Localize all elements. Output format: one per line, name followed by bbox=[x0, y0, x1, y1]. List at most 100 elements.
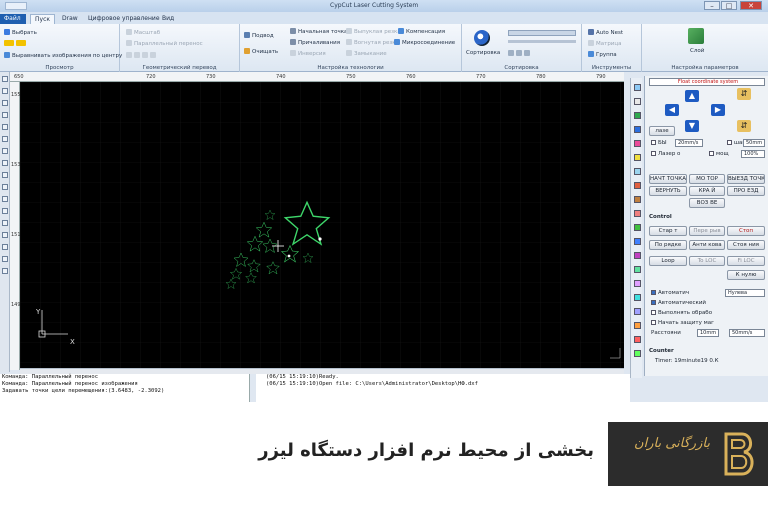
next-icon[interactable] bbox=[524, 50, 530, 56]
forward-button[interactable]: По рядке bbox=[649, 240, 687, 250]
tool-arc-icon[interactable] bbox=[2, 148, 8, 154]
layer-color-swatch[interactable] bbox=[634, 322, 641, 329]
tool-text-icon[interactable] bbox=[2, 196, 8, 202]
motor-button[interactable]: МО ТОР bbox=[689, 174, 725, 184]
checkbox[interactable] bbox=[727, 140, 732, 145]
tool-polygon-icon[interactable] bbox=[2, 172, 8, 178]
move-up-icon[interactable]: ▲ bbox=[685, 90, 699, 102]
layer-color-swatch[interactable] bbox=[634, 308, 641, 315]
pause-button[interactable]: Пере рыв bbox=[689, 226, 725, 236]
layer-color-swatch[interactable] bbox=[634, 210, 641, 217]
parallel-move-button[interactable]: Параллельный перенос bbox=[126, 40, 203, 47]
fi-loc-button[interactable]: Fi LOC bbox=[727, 256, 765, 266]
edge-button[interactable]: КРА Й bbox=[689, 186, 725, 196]
move-down-icon[interactable]: ▼ bbox=[685, 120, 699, 132]
layer-color-swatch[interactable] bbox=[634, 98, 641, 105]
clean-button[interactable]: Очищать bbox=[244, 48, 278, 55]
move-left-icon[interactable]: ◀ bbox=[665, 104, 679, 116]
auto2-check[interactable]: Автоматический bbox=[651, 300, 706, 306]
minimize-button[interactable]: – bbox=[704, 1, 720, 10]
layer-color-swatch[interactable] bbox=[634, 350, 641, 357]
laser-on-check[interactable]: Лазер о bbox=[651, 151, 680, 157]
low-speed-check[interactable]: БЫ bbox=[651, 140, 667, 146]
loop-button[interactable]: Loop bbox=[649, 256, 687, 266]
checkbox[interactable] bbox=[709, 151, 714, 156]
start-button[interactable]: Стар т bbox=[649, 226, 687, 236]
laser-button[interactable]: лазе bbox=[649, 126, 675, 136]
tab-draw[interactable]: Draw bbox=[58, 14, 82, 24]
align-left-icon[interactable] bbox=[150, 52, 156, 58]
layer-button-label[interactable]: Слой bbox=[690, 48, 704, 54]
zoom-button[interactable]: ВОЗ ВЕ bbox=[689, 198, 725, 208]
invert-button[interactable]: Инверсия bbox=[290, 50, 326, 57]
layer-color-swatch[interactable] bbox=[634, 224, 641, 231]
drawing-canvas[interactable]: Y X bbox=[20, 82, 624, 368]
tool-polyline-icon[interactable] bbox=[2, 124, 8, 130]
rotate-icon[interactable] bbox=[126, 52, 132, 58]
z-up-icon[interactable]: ⇵ bbox=[737, 88, 751, 100]
move-right-icon[interactable]: ▶ bbox=[711, 104, 725, 116]
layer-color-swatch[interactable] bbox=[634, 294, 641, 301]
sort-toolbar[interactable] bbox=[508, 30, 576, 36]
fit-icon[interactable] bbox=[16, 40, 26, 46]
tool-measure-icon[interactable] bbox=[2, 208, 8, 214]
tool-node-icon[interactable] bbox=[2, 88, 8, 94]
message-log[interactable]: (06/15 15:19:10)Ready. (06/15 15:19:10)O… bbox=[256, 374, 630, 402]
reverse-button[interactable]: Анти кова bbox=[689, 240, 725, 250]
stop-button[interactable]: Стоп bbox=[727, 226, 765, 236]
group-button[interactable]: Группа bbox=[588, 51, 617, 58]
cut-in-button[interactable]: Вогнутая резка bbox=[346, 39, 399, 46]
layer-color-swatch[interactable] bbox=[634, 126, 641, 133]
tool-select-icon[interactable] bbox=[2, 76, 8, 82]
frame-button[interactable]: ВЫЕЗД ТОЧК bbox=[727, 174, 765, 184]
tab-cnc[interactable]: Цифровое управление bbox=[84, 14, 164, 24]
tab-start[interactable]: Пуск bbox=[30, 14, 55, 24]
drive-button[interactable]: ПРО ЕЗД bbox=[727, 186, 765, 196]
auto-nest-button[interactable]: Auto Nest bbox=[588, 29, 623, 36]
select-button[interactable]: Выбрать bbox=[4, 29, 37, 36]
tool-rect-icon[interactable] bbox=[2, 160, 8, 166]
checkbox[interactable] bbox=[651, 140, 656, 145]
stand-button[interactable]: Стоя ния bbox=[727, 240, 765, 250]
sort-icon[interactable] bbox=[474, 30, 490, 46]
command-console[interactable]: Команда: Параллельный перенос Команда: П… bbox=[0, 374, 250, 402]
tool-circle-icon[interactable] bbox=[2, 136, 8, 142]
first-icon[interactable] bbox=[508, 50, 514, 56]
layer-color-swatch[interactable] bbox=[634, 196, 641, 203]
back-button[interactable]: ВЕРНУТЬ bbox=[649, 186, 687, 196]
checkbox[interactable] bbox=[651, 290, 656, 295]
layer-color-swatch[interactable] bbox=[634, 252, 641, 259]
flip-icon[interactable] bbox=[142, 52, 148, 58]
layer-color-swatch[interactable] bbox=[634, 238, 641, 245]
tool-star-icon[interactable] bbox=[2, 184, 8, 190]
tab-view[interactable]: Вид bbox=[158, 14, 178, 24]
auto-check[interactable]: Автоматич bbox=[651, 290, 689, 296]
zero-select[interactable]: Нулева bbox=[725, 289, 765, 297]
checkbox[interactable] bbox=[651, 151, 656, 156]
tab-file[interactable]: Файл bbox=[0, 14, 26, 24]
power-select[interactable]: 100% bbox=[741, 150, 765, 158]
tool-offset-icon[interactable] bbox=[2, 268, 8, 274]
align-center-button[interactable]: Выравнивать изображения по центру bbox=[4, 52, 122, 59]
speed-select[interactable]: 20mm/s bbox=[675, 139, 703, 147]
done-check[interactable]: Выполнять обрабо bbox=[651, 310, 712, 316]
start-point-button[interactable]: Начальная точка bbox=[290, 28, 347, 35]
sort-progress-slider[interactable] bbox=[508, 40, 576, 43]
mirror-icon[interactable] bbox=[134, 52, 140, 58]
layer-color-swatch[interactable] bbox=[634, 266, 641, 273]
zero-button[interactable]: К нулю bbox=[727, 270, 765, 280]
checkbox[interactable] bbox=[651, 300, 656, 305]
origin-button[interactable]: НАЧТ ТОЧКА bbox=[649, 174, 687, 184]
closing-button[interactable]: Замыкание bbox=[346, 50, 387, 57]
checkbox[interactable] bbox=[651, 320, 656, 325]
distance-select[interactable]: 10mm bbox=[697, 329, 719, 337]
layer-color-swatch[interactable] bbox=[634, 280, 641, 287]
layer-color-swatch[interactable] bbox=[634, 154, 641, 161]
tool-line-icon[interactable] bbox=[2, 112, 8, 118]
power-check[interactable]: мощ bbox=[709, 151, 729, 157]
layer-color-swatch[interactable] bbox=[634, 168, 641, 175]
maximize-button[interactable]: □ bbox=[721, 1, 737, 10]
seal-button[interactable]: Причаливания bbox=[290, 39, 340, 46]
tool-pan-icon[interactable] bbox=[2, 100, 8, 106]
lead-in-button[interactable]: Подвод bbox=[244, 32, 274, 39]
